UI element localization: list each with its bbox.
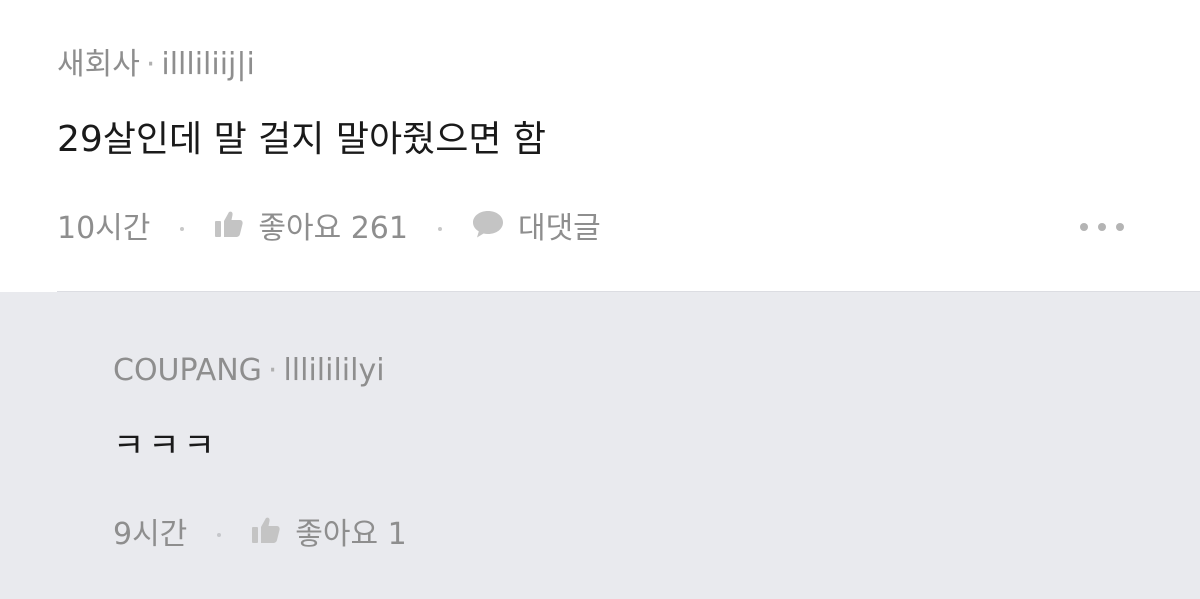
reply-button[interactable]: 대댓글	[472, 209, 601, 248]
like-count: 좋아요 1	[295, 516, 407, 552]
action-separator	[180, 226, 185, 231]
speech-bubble-icon	[472, 209, 504, 248]
more-dot	[1116, 223, 1124, 231]
reply-actions: 9시간 좋아요 1	[113, 516, 407, 553]
reply-author-line: COUPANG · lllilililyi	[113, 353, 385, 389]
like-button[interactable]: 좋아요 1	[251, 516, 407, 553]
like-button[interactable]: 좋아요 261	[214, 210, 408, 247]
author-handle[interactable]: illliliij|i	[161, 47, 254, 82]
author-company[interactable]: COUPANG	[113, 353, 262, 388]
reply-timestamp: 9시간	[113, 516, 188, 552]
action-separator	[217, 532, 222, 537]
comment-author-line: 새회사 · illliliij|i	[57, 47, 255, 83]
like-count: 좋아요 261	[258, 210, 408, 246]
action-separator	[437, 226, 442, 231]
more-icon[interactable]	[1080, 222, 1124, 232]
author-handle[interactable]: lllilililyi	[283, 353, 384, 388]
comment-text: 29살인데 말 걸지 말아줬으면 함	[57, 119, 547, 160]
comment-actions: 10시간 좋아요 261 대댓글	[57, 209, 601, 248]
meta-separator: ·	[267, 353, 278, 388]
author-company[interactable]: 새회사	[57, 47, 140, 82]
thumbs-up-icon	[251, 516, 281, 553]
reply-text: ㅋㅋㅋ	[113, 426, 219, 466]
comment-timestamp: 10시간	[57, 210, 151, 246]
meta-separator: ·	[145, 47, 156, 82]
thumbs-up-icon	[214, 210, 244, 247]
reply-label: 대댓글	[517, 210, 601, 246]
more-dot	[1080, 223, 1088, 231]
more-dot	[1098, 223, 1106, 231]
comment-thread: 새회사 · illliliij|i 29살인데 말 걸지 말아줬으면 함 10시간 …	[0, 0, 1200, 599]
reply-comment: COUPANG · lllilililyi ㅋㅋㅋ 9시간 좋아요 1	[0, 292, 1200, 599]
comment: 새회사 · illliliij|i 29살인데 말 걸지 말아줬으면 함 10시간 …	[0, 0, 1200, 292]
